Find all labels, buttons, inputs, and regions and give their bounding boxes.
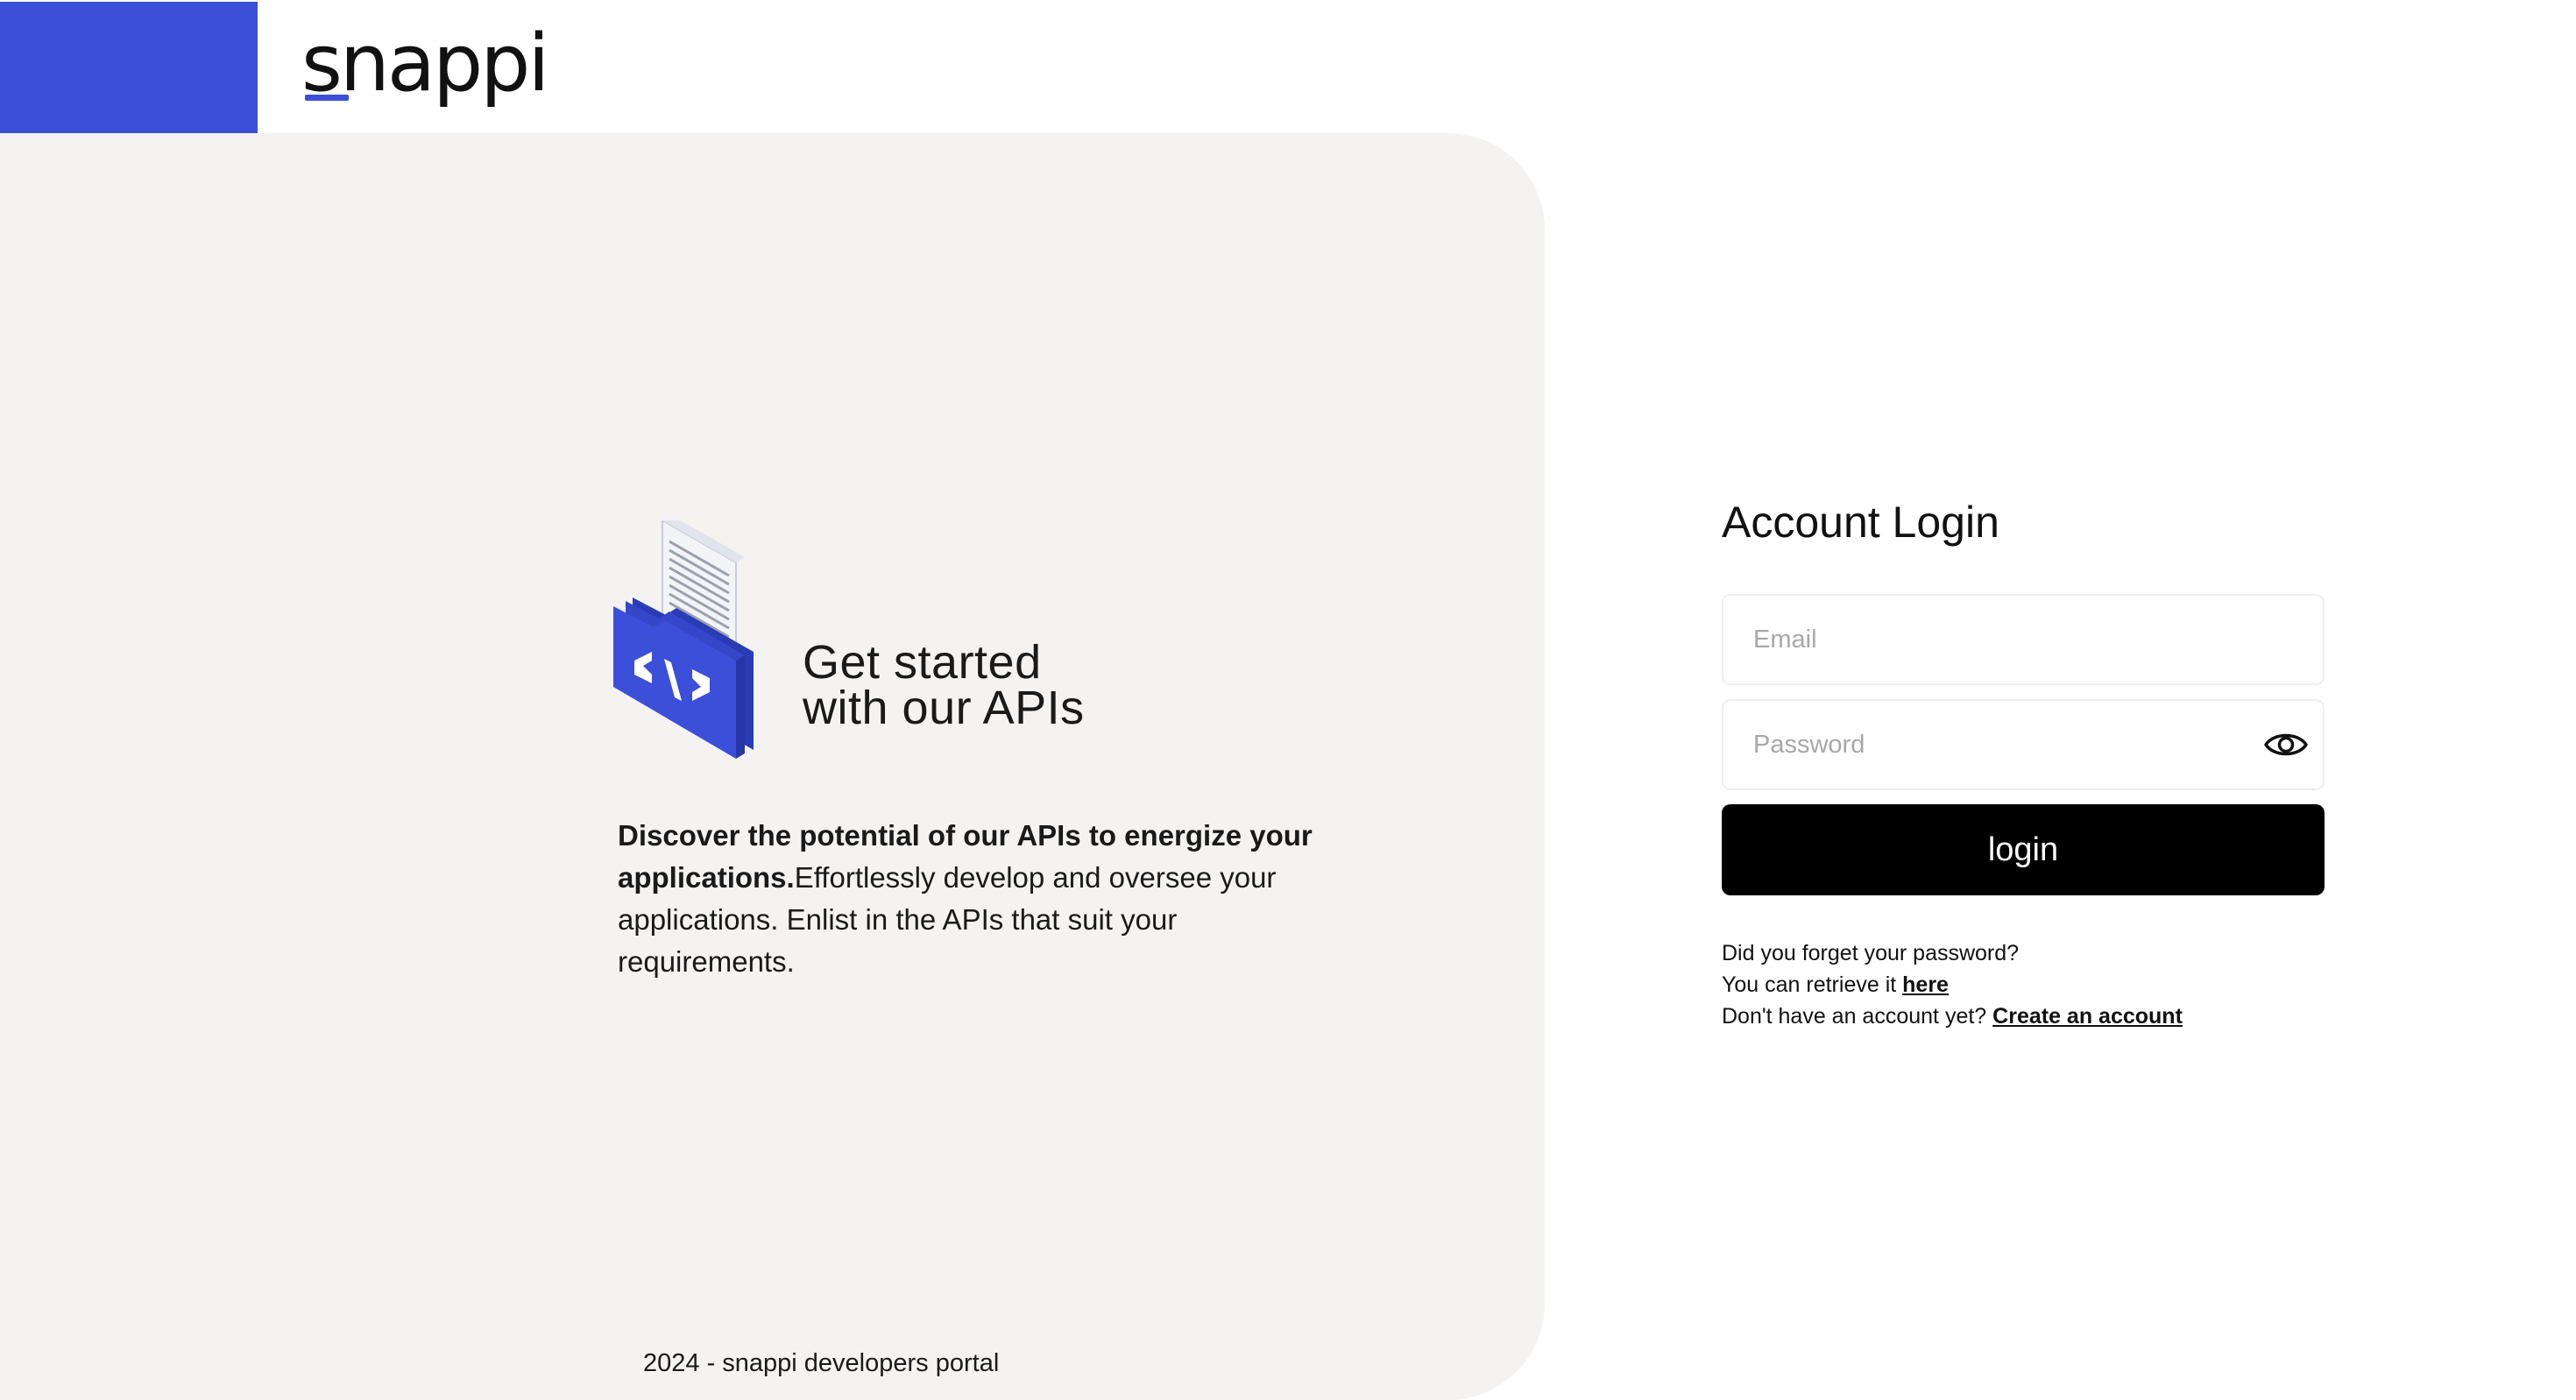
hero-title: Get started with our APIs — [803, 636, 1085, 734]
logo-underline — [305, 95, 349, 101]
retrieve-password-link[interactable]: here — [1902, 972, 1949, 997]
login-help: Did you forget your password? You can re… — [1722, 937, 2353, 1032]
retrieve-password-line: You can retrieve it here — [1722, 969, 2353, 1001]
hero-description: Discover the potential of our APIs to en… — [618, 815, 1336, 983]
email-field-wrapper — [1722, 594, 2325, 685]
password-field-wrapper — [1722, 699, 2325, 790]
login-title: Account Login — [1722, 498, 1999, 547]
email-field[interactable] — [1752, 596, 2242, 683]
logo[interactable]: snappi — [301, 25, 549, 103]
no-account-text: Don't have an account yet? — [1722, 1004, 1993, 1029]
retrieve-password-text: You can retrieve it — [1722, 972, 1903, 997]
footer-text: 2024 - snappi developers portal — [643, 1349, 1000, 1377]
eye-icon[interactable] — [2263, 727, 2309, 762]
code-folder-icon — [613, 520, 754, 759]
header: snappi — [0, 0, 2576, 133]
create-account-line: Don't have an account yet? Create an acc… — [1722, 1001, 2353, 1032]
hero-title-line1: Get started — [803, 636, 1042, 689]
password-field[interactable] — [1752, 701, 2242, 788]
brand-block — [0, 2, 258, 133]
intro-panel: Get started with our APIs Discover the p… — [0, 133, 1545, 1400]
hero-title-line2: with our APIs — [803, 682, 1085, 734]
forgot-password-text: Did you forget your password? — [1722, 941, 2020, 965]
login-button[interactable]: login — [1722, 804, 2325, 895]
create-account-link[interactable]: Create an account — [1992, 1004, 2183, 1029]
login-panel: Account Login login Did you forget your … — [1722, 496, 2326, 1029]
